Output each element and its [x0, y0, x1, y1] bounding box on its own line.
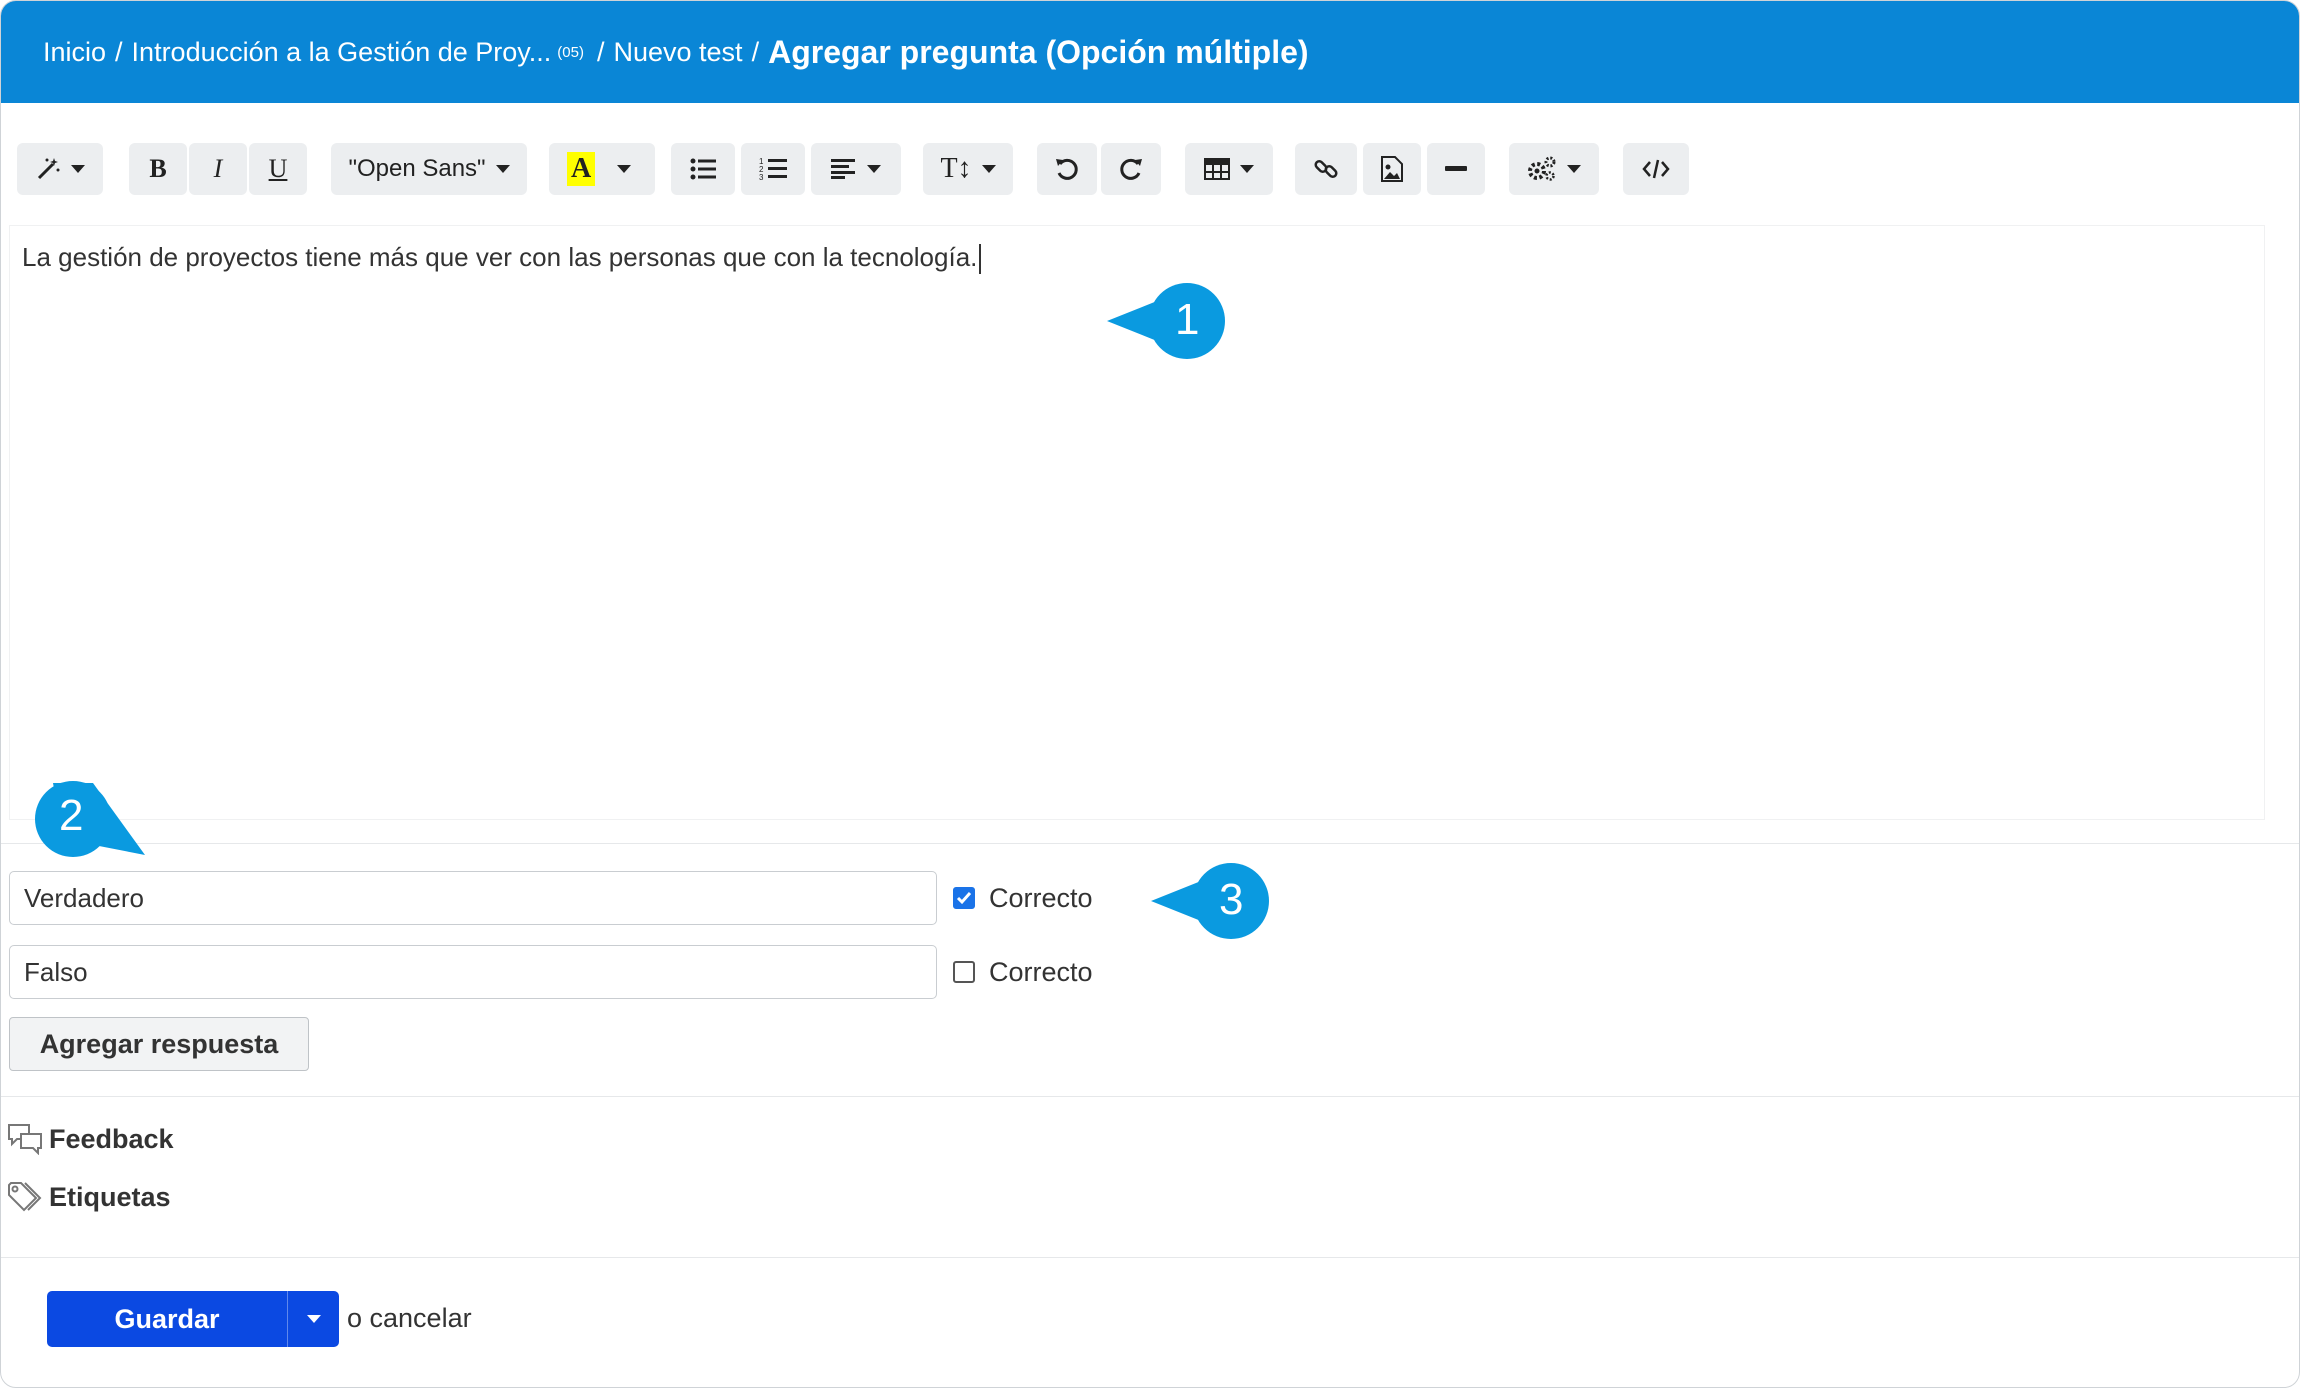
- app-window: Inicio / Introducción a la Gestión de Pr…: [0, 0, 2300, 1388]
- magic-style-button[interactable]: [17, 143, 103, 195]
- chevron-down-icon: [981, 165, 996, 173]
- align-button[interactable]: [811, 143, 901, 195]
- link-button[interactable]: [1295, 143, 1357, 195]
- callout-number: 3: [1219, 875, 1244, 924]
- breadcrumb-course[interactable]: Introducción a la Gestión de Proy...: [132, 37, 552, 68]
- text-size-button[interactable]: T↕: [923, 143, 1013, 195]
- correct-label: Correcto: [989, 882, 1093, 913]
- code-view-icon: [1642, 159, 1670, 179]
- tags-icon: [8, 1182, 42, 1212]
- correct-label: Correcto: [989, 956, 1093, 987]
- callout-pointer-left-icon: [1151, 863, 1269, 939]
- table-icon: [1204, 158, 1230, 180]
- svg-text:3: 3: [759, 173, 764, 182]
- callout-1: 1: [1107, 281, 1227, 361]
- text-cursor: [979, 244, 982, 275]
- breadcrumb-separator: /: [596, 36, 605, 67]
- font-family-select[interactable]: "Open Sans": [331, 143, 527, 195]
- chevron-down-icon: [306, 1315, 321, 1323]
- image-icon: [1381, 156, 1403, 182]
- save-options-button[interactable]: [288, 1291, 339, 1347]
- chevron-down-icon: [495, 165, 510, 173]
- check-icon: [956, 892, 972, 905]
- breadcrumb-course-badge: (05): [557, 43, 584, 61]
- answer-input-1[interactable]: [9, 871, 937, 925]
- page-header: Inicio / Introducción a la Gestión de Pr…: [1, 1, 2299, 103]
- correct-checkbox-1[interactable]: [953, 887, 975, 909]
- magic-icon: [37, 158, 60, 180]
- add-answer-button[interactable]: Agregar respuesta: [9, 1017, 309, 1071]
- save-button[interactable]: Guardar: [47, 1291, 288, 1347]
- callout-number: 2: [59, 791, 84, 840]
- answer-correct-2[interactable]: Correcto: [953, 945, 1093, 999]
- highlight-color-icon: A: [567, 152, 596, 186]
- question-text: La gestión de proyectos tiene más que ve…: [22, 242, 982, 275]
- breadcrumb-test[interactable]: Nuevo test: [613, 37, 742, 68]
- question-text-content: La gestión de proyectos tiene más que ve…: [22, 242, 978, 272]
- bold-button[interactable]: B: [129, 143, 187, 195]
- tags-toggle[interactable]: Etiquetas: [7, 1181, 171, 1213]
- page-title: Agregar pregunta (Opción múltiple): [768, 33, 1309, 70]
- breadcrumb-separator: /: [751, 36, 760, 67]
- numbered-list-button[interactable]: 123: [741, 143, 805, 195]
- numbered-list-icon: 123: [759, 157, 787, 182]
- feedback-toggle[interactable]: Feedback: [7, 1123, 174, 1155]
- horizontal-rule-icon: [1445, 166, 1467, 171]
- save-button-group: Guardar: [47, 1291, 339, 1347]
- callout-pointer-right-icon: [35, 781, 145, 857]
- underline-button[interactable]: U: [249, 143, 307, 195]
- callout-2: 2: [33, 779, 149, 859]
- horizontal-rule-button[interactable]: [1427, 143, 1485, 195]
- chevron-down-icon: [617, 165, 632, 173]
- correct-checkbox-2[interactable]: [953, 961, 975, 983]
- answer-correct-1[interactable]: Correcto: [953, 871, 1093, 925]
- divider: [1, 1096, 2299, 1097]
- link-icon: [1314, 159, 1338, 179]
- callout-3: 3: [1151, 861, 1271, 941]
- divider: [1, 1257, 2299, 1258]
- callout-number: 1: [1175, 295, 1200, 344]
- callout-pointer-left-icon: [1107, 283, 1225, 359]
- chat-bubbles-icon: [8, 1124, 42, 1155]
- table-button[interactable]: [1185, 143, 1273, 195]
- code-view-button[interactable]: [1623, 143, 1689, 195]
- highlight-color-button[interactable]: A: [549, 143, 655, 195]
- bullet-list-icon: [690, 158, 716, 180]
- settings-button[interactable]: [1509, 143, 1599, 195]
- redo-icon: [1120, 158, 1142, 180]
- breadcrumb-home[interactable]: Inicio: [43, 37, 106, 68]
- image-button[interactable]: [1363, 143, 1421, 195]
- cancel-link[interactable]: o cancelar: [347, 1303, 472, 1334]
- undo-icon: [1056, 158, 1078, 180]
- chevron-down-icon: [1567, 165, 1581, 173]
- breadcrumb-separator: /: [115, 36, 123, 67]
- align-left-icon: [831, 159, 855, 179]
- text-size-icon: T↕: [940, 153, 972, 184]
- font-family-label: "Open Sans": [348, 155, 486, 182]
- chevron-down-icon: [71, 165, 85, 173]
- redo-button[interactable]: [1101, 143, 1161, 195]
- bullet-list-button[interactable]: [671, 143, 735, 195]
- tags-label: Etiquetas: [49, 1181, 171, 1212]
- answer-input-2[interactable]: [9, 945, 937, 999]
- undo-button[interactable]: [1037, 143, 1097, 195]
- chevron-down-icon: [1240, 165, 1254, 173]
- chevron-down-icon: [867, 165, 881, 173]
- divider: [1, 843, 2299, 844]
- settings-icon: [1528, 156, 1556, 181]
- italic-button[interactable]: I: [189, 143, 247, 195]
- editor-toolbar: B I U "Open Sans" A 123 T↕: [17, 143, 1717, 195]
- feedback-label: Feedback: [49, 1123, 174, 1154]
